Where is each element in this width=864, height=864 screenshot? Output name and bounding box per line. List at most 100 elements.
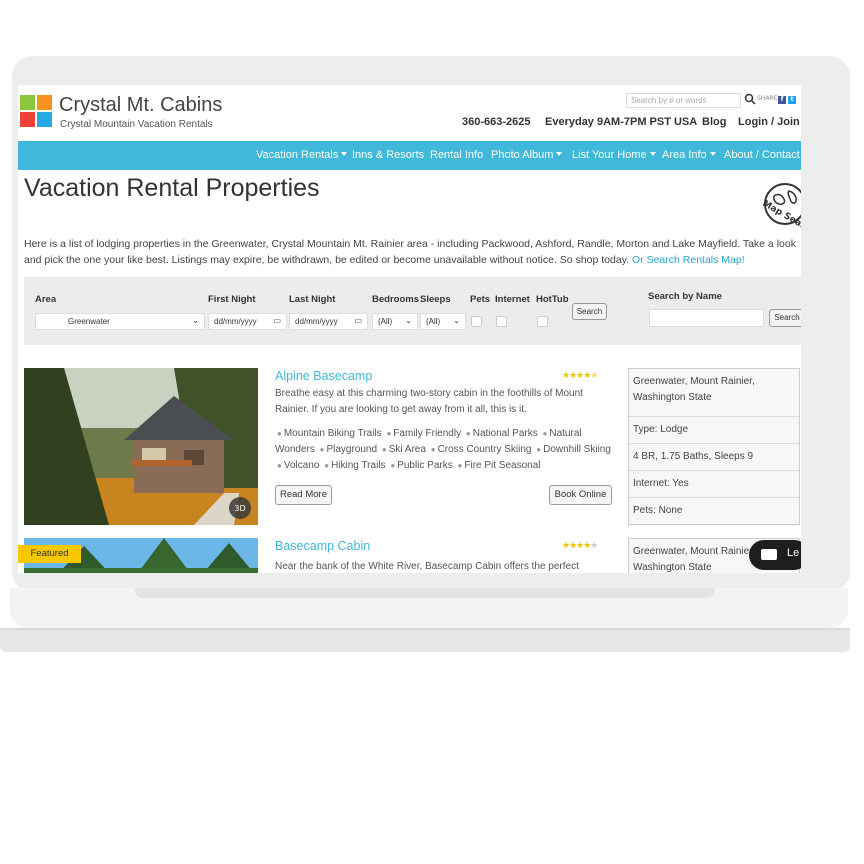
last-night-label: Last Night — [289, 294, 336, 305]
feature-item: Family Friendly — [393, 428, 462, 439]
twitter-icon[interactable]: t — [788, 96, 796, 104]
bullet-icon: ● — [381, 445, 387, 454]
first-night-input[interactable]: dd/mm/yyyy ▭ — [208, 313, 287, 330]
header-search-input[interactable]: Search by # or words — [626, 93, 741, 108]
feature-item: Cross Country Skiing — [437, 444, 532, 455]
feature-item: Mountain Biking Trails — [283, 428, 382, 439]
tour-3d-badge: 3D — [234, 504, 245, 513]
listing-features: ● Mountain Biking Trails ● Family Friendly… — [275, 426, 611, 474]
feature-item: Ski Area — [388, 444, 426, 455]
cabin-photo: 3D — [24, 368, 258, 525]
search-icon[interactable] — [744, 93, 756, 105]
read-more-button[interactable]: Read More — [275, 485, 332, 505]
last-night-input[interactable]: dd/mm/yyyy ▭ — [289, 313, 368, 330]
caret-down-icon — [649, 152, 656, 156]
bullet-icon: ● — [277, 461, 282, 470]
main-nav: Vacation Rentals Inns & Resorts Rental I… — [18, 141, 801, 170]
site-title[interactable]: Crystal Mt. Cabins — [59, 94, 222, 117]
header-hours: Everyday 9AM-7PM PST USA — [545, 116, 698, 128]
search-button[interactable]: Search — [572, 303, 607, 320]
caret-down-icon — [556, 152, 563, 156]
listing-internet: Internet: Yes — [629, 471, 799, 498]
chevron-down-icon: ⌄ — [405, 316, 412, 325]
facebook-icon[interactable]: f — [778, 96, 786, 104]
star-icon: ★★★★ — [562, 371, 591, 381]
first-night-label: First Night — [208, 294, 256, 305]
bullet-icon: ● — [390, 461, 396, 470]
internet-checkbox[interactable] — [496, 316, 507, 327]
listing-description: Breathe easy at this charming two-story … — [275, 388, 583, 415]
bedrooms-select[interactable]: (All) ⌄ — [372, 313, 418, 330]
listing-type: Type: Lodge — [629, 417, 799, 444]
header-phone[interactable]: 360-663-2625 — [462, 116, 531, 128]
nav-item-label: Rental Info — [430, 149, 484, 161]
login-link[interactable]: Login / Join — [738, 116, 800, 128]
last-night-value: dd/mm/yyyy — [295, 317, 338, 326]
area-label: Area — [35, 294, 57, 305]
intro-text: Here is a list of lodging properties in … — [24, 236, 799, 268]
feature-item: Hiking Trails — [331, 460, 386, 471]
calendar-icon: ▭ — [354, 316, 362, 325]
search-panel: Area Greenwater ⌄ First Night dd/mm/yyyy ▭… — [24, 277, 801, 345]
listing-pets: Pets: None — [633, 505, 683, 516]
chat-label: Le — [787, 547, 800, 559]
listing-title[interactable]: Basecamp Cabin — [275, 539, 370, 553]
rating-stars: ★★★★★ — [562, 371, 598, 381]
nav-item-vacation-rentals[interactable]: Vacation Rentals — [256, 149, 348, 161]
calendar-icon: ▭ — [273, 316, 281, 325]
nav-item-inns-resorts[interactable]: Inns & Resorts — [352, 149, 424, 161]
feature-item: Volcano — [283, 460, 320, 471]
caret-down-icon — [709, 152, 716, 156]
bullet-icon: ● — [277, 429, 282, 438]
bullet-icon: ● — [465, 429, 471, 438]
laptop-screen: Crystal Mt. Cabins Crystal Mountain Vaca… — [18, 85, 801, 573]
hottub-label: HotTub — [536, 294, 569, 305]
nav-item-label: Inns & Resorts — [352, 149, 425, 161]
bullet-icon: ● — [457, 461, 463, 470]
listing-location: Greenwater, Mount Rainier, Washington St… — [629, 369, 799, 417]
nav-item-label: Vacation Rentals — [256, 149, 339, 161]
feature-item: Playground — [326, 444, 378, 455]
laptop-base — [0, 588, 850, 652]
feature-item: Fire Pit Seasonal — [464, 460, 541, 471]
search-by-name-input[interactable] — [649, 309, 764, 327]
laptop-base-notch — [135, 588, 715, 598]
caret-down-icon — [341, 152, 348, 156]
chevron-down-icon: ⌄ — [192, 316, 199, 325]
feature-item: Public Parks — [397, 460, 453, 471]
bullet-icon: ● — [319, 445, 325, 454]
nav-item-about-contact[interactable]: About / Contact — [724, 149, 800, 161]
search-by-name-button[interactable]: Search — [769, 309, 801, 327]
feature-item: National Parks — [472, 428, 538, 439]
book-online-button[interactable]: Book Online — [549, 485, 612, 505]
envelope-icon — [761, 549, 777, 560]
bullet-icon: ● — [430, 445, 436, 454]
nav-item-list-your-home[interactable]: List Your Home — [572, 149, 656, 161]
area-select[interactable]: Greenwater ⌄ — [35, 313, 205, 330]
site-logo-icon[interactable] — [20, 95, 52, 127]
pets-checkbox[interactable] — [471, 316, 482, 327]
sleeps-value: (All) — [426, 317, 441, 326]
bullet-icon: ● — [324, 461, 330, 470]
nav-item-area-info[interactable]: Area Info — [662, 149, 716, 161]
nav-item-rental-info[interactable]: Rental Info — [430, 149, 483, 161]
half-star-icon: ★ — [590, 371, 598, 381]
blog-link[interactable]: Blog — [702, 116, 726, 128]
empty-star-icon: ★ — [590, 541, 598, 551]
listing-photo[interactable]: 3D — [24, 368, 258, 525]
rating-stars: ★★★★★ — [562, 541, 598, 551]
bullet-icon: ● — [542, 429, 548, 438]
chat-widget[interactable]: Le — [749, 540, 801, 570]
sleeps-select[interactable]: (All) ⌄ — [420, 313, 466, 330]
listing-title[interactable]: Alpine Basecamp — [275, 369, 372, 383]
search-map-link[interactable]: Or Search Rentals Map! — [632, 254, 745, 266]
first-night-value: dd/mm/yyyy — [214, 317, 257, 326]
nav-item-label: Photo Album — [491, 149, 554, 161]
featured-badge: Featured — [18, 545, 81, 563]
bedrooms-label: Bedrooms — [372, 294, 419, 305]
listing-info-panel: Greenwater, Mount Rainier, Washington St… — [628, 368, 800, 525]
bedrooms-value: (All) — [378, 317, 393, 326]
bullet-icon: ● — [536, 445, 542, 454]
nav-item-photo-album[interactable]: Photo Album — [491, 149, 563, 161]
hottub-checkbox[interactable] — [537, 316, 548, 327]
